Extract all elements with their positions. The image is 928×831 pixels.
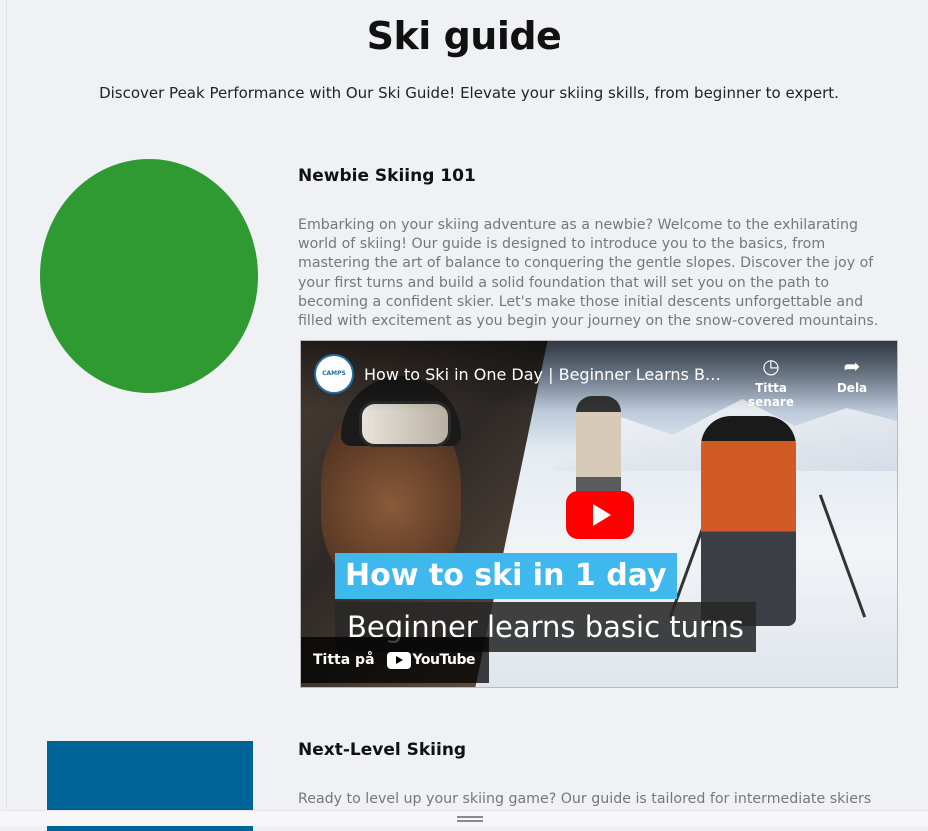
share-label: Dela (836, 381, 868, 395)
share-arrow-icon: ➦ (843, 354, 861, 378)
play-icon (593, 504, 611, 526)
thumbnail-caption-title: How to ski in 1 day (335, 553, 677, 599)
youtube-wordmark: YouTube (412, 652, 476, 668)
page-left-border (6, 0, 7, 825)
resize-grip-icon[interactable] (457, 816, 483, 822)
channel-logo[interactable]: CAMPS (314, 354, 354, 394)
video-thumbnail-skier (701, 416, 796, 626)
bottom-resize-bar[interactable] (0, 810, 928, 826)
play-button[interactable] (566, 491, 634, 539)
section-2-text: Ready to level up your skiing game? Our … (298, 791, 872, 807)
section-2-title: Next-Level Skiing (298, 740, 467, 760)
watch-later-button[interactable]: ◷ Titta senare (733, 355, 809, 409)
share-button[interactable]: ➦ Dela (829, 355, 875, 395)
watch-on-youtube-button[interactable]: Titta på YouTube (301, 637, 489, 683)
youtube-logo-icon: YouTube (386, 651, 476, 669)
video-title-link[interactable]: How to Ski in One Day | Beginner Learns … (364, 365, 724, 384)
youtube-play-mark-icon (386, 651, 411, 669)
section-1-green-circle (40, 159, 258, 393)
clock-icon: ◷ (762, 354, 780, 378)
youtube-video-embed[interactable]: CAMPS How to Ski in One Day | Beginner L… (300, 340, 898, 688)
page-title: Ski guide (366, 14, 562, 58)
page-intro: Discover Peak Performance with Our Ski G… (99, 84, 839, 102)
watch-on-label: Titta på (313, 652, 375, 668)
section-1-title: Newbie Skiing 101 (298, 166, 476, 186)
section-1-text: Embarking on your skiing adventure as a … (298, 217, 879, 330)
watch-later-label: Titta senare (748, 381, 794, 409)
